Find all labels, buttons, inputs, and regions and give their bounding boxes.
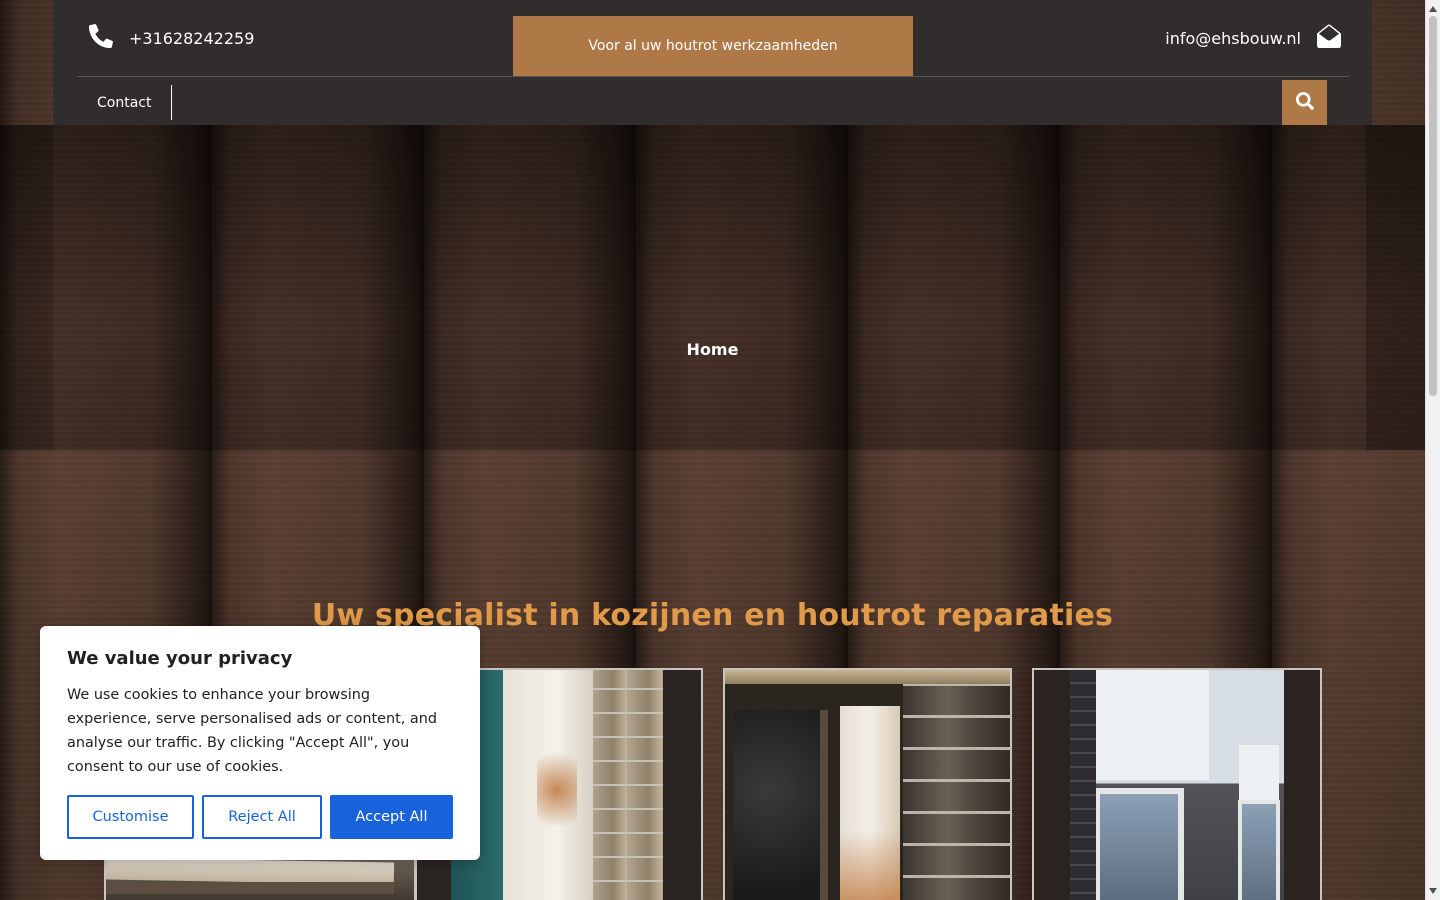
cookie-actions: Customise Reject All Accept All xyxy=(67,795,453,839)
hero-banner: Home xyxy=(0,125,1425,450)
photo-brick-column xyxy=(1070,670,1096,900)
nav-item-contact[interactable]: Contact xyxy=(77,85,173,120)
photo-brick-wall xyxy=(903,684,1010,900)
main-nav: Contact xyxy=(77,78,1349,125)
scroll-up-arrow-icon[interactable] xyxy=(1429,6,1437,12)
top-bar: +31628242259 Voor al uw houtrot werkzaam… xyxy=(77,0,1349,77)
customise-button[interactable]: Customise xyxy=(67,795,194,839)
reject-all-button[interactable]: Reject All xyxy=(202,795,322,839)
scroll-thumb[interactable] xyxy=(1429,16,1437,396)
gallery-photo-3[interactable] xyxy=(723,668,1012,900)
search-button[interactable] xyxy=(1282,80,1327,125)
accept-all-button[interactable]: Accept All xyxy=(330,795,453,839)
site-header: +31628242259 Voor al uw houtrot werkzaam… xyxy=(53,0,1372,125)
scroll-down-arrow-icon[interactable] xyxy=(1429,888,1437,894)
cookie-description: We use cookies to enhance your browsing … xyxy=(67,687,437,775)
envelope-icon xyxy=(1301,24,1341,52)
photo-rust xyxy=(840,830,900,900)
hero-edge-left xyxy=(0,125,53,450)
photo-window xyxy=(733,710,828,900)
photo-window-2 xyxy=(1238,800,1280,900)
phone-contact[interactable]: +31628242259 xyxy=(89,24,254,52)
phone-number: +31628242259 xyxy=(129,28,255,48)
photo-facade-panel-2 xyxy=(1239,745,1279,800)
page-title: Home xyxy=(686,340,739,359)
photo-facade-panel xyxy=(1094,670,1209,780)
search-icon xyxy=(1295,91,1314,114)
photo-brick-wall xyxy=(593,670,663,900)
email-contact[interactable]: info@ehsbouw.nl xyxy=(1165,24,1341,52)
phone-icon xyxy=(89,24,129,52)
photo-beam-shadow xyxy=(106,882,394,894)
photo-lintel xyxy=(725,670,1010,684)
page-scrollbar[interactable] xyxy=(1425,0,1440,900)
email-address: info@ehsbouw.nl xyxy=(1165,28,1301,48)
photo-window xyxy=(1094,788,1184,900)
gallery-photo-4[interactable] xyxy=(1032,668,1322,900)
tagline-banner: Voor al uw houtrot werkzaamheden xyxy=(513,16,913,76)
photo-rust xyxy=(537,750,577,850)
cookie-title: We value your privacy xyxy=(67,648,293,669)
cookie-consent-banner: We value your privacy We use cookies to … xyxy=(40,626,480,860)
hero-edge-right xyxy=(1366,125,1425,450)
